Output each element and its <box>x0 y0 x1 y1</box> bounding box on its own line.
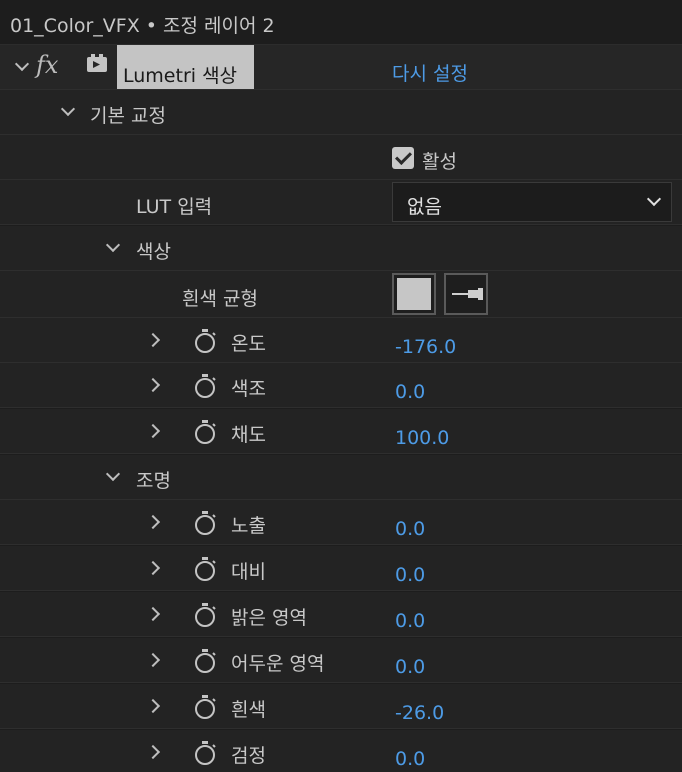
param-value[interactable]: 0.0 <box>395 564 425 586</box>
param-row-exposure[interactable]: 노출 0.0 <box>0 500 682 545</box>
param-row-saturation[interactable]: 채도 100.0 <box>0 409 682 454</box>
lut-input-label: LUT 입력 <box>136 196 213 218</box>
active-checkbox[interactable] <box>392 147 414 169</box>
eyedropper-icon <box>452 288 483 300</box>
param-value[interactable]: 0.0 <box>395 381 425 403</box>
param-row-highlights[interactable]: 밝은 영역 0.0 <box>0 592 682 637</box>
chevron-right-icon[interactable] <box>145 606 161 622</box>
param-label: 밝은 영역 <box>231 607 307 629</box>
param-label: 색조 <box>231 378 266 400</box>
stopwatch-icon[interactable] <box>193 373 217 399</box>
param-row-tint[interactable]: 색조 0.0 <box>0 363 682 408</box>
stopwatch-icon[interactable] <box>193 694 217 720</box>
lut-input-row: LUT 입력 없음 <box>0 180 682 225</box>
section-label: 기본 교정 <box>90 105 166 127</box>
chevron-right-icon[interactable] <box>145 744 161 760</box>
stopwatch-icon[interactable] <box>193 510 217 536</box>
param-label: 채도 <box>231 424 266 446</box>
param-value[interactable]: 100.0 <box>395 427 449 449</box>
param-row-contrast[interactable]: 대비 0.0 <box>0 546 682 591</box>
white-balance-label: 흰색 균형 <box>182 288 258 310</box>
chevron-right-icon[interactable] <box>145 332 161 348</box>
param-value[interactable]: -26.0 <box>395 702 444 724</box>
gpu-accelerated-icon <box>87 54 107 72</box>
chevron-down-icon[interactable] <box>60 101 76 117</box>
stopwatch-icon[interactable] <box>193 602 217 628</box>
effect-row-lumetri[interactable]: fx Lumetri 색상 다시 설정 <box>0 45 682 90</box>
param-row-shadows[interactable]: 어두운 영역 0.0 <box>0 638 682 683</box>
section-label: 색상 <box>136 241 171 263</box>
param-value[interactable]: 0.0 <box>395 748 425 770</box>
chevron-right-icon[interactable] <box>145 560 161 576</box>
param-value[interactable]: 0.0 <box>395 656 425 678</box>
reset-button[interactable]: 다시 설정 <box>392 59 468 86</box>
param-row-blacks[interactable]: 검정 0.0 <box>0 730 682 772</box>
active-label: 활성 <box>422 151 457 173</box>
active-row: 활성 <box>0 135 682 180</box>
eyedropper-button[interactable] <box>444 273 488 315</box>
param-value[interactable]: 0.0 <box>395 518 425 540</box>
param-label: 어두운 영역 <box>231 653 325 675</box>
panel-header: 01_Color_VFX • 조정 레이어 2 <box>0 0 682 45</box>
stopwatch-icon[interactable] <box>193 419 217 445</box>
section-light[interactable]: 조명 <box>0 455 682 500</box>
chevron-down-icon[interactable] <box>105 237 121 253</box>
clip-title: 01_Color_VFX • 조정 레이어 2 <box>10 15 275 37</box>
white-balance-row: 흰색 균형 <box>0 271 682 318</box>
fx-toggle-icon[interactable]: fx <box>36 51 58 79</box>
param-row-temperature[interactable]: 온도 -176.0 <box>0 318 682 363</box>
param-value[interactable]: -176.0 <box>395 336 456 358</box>
chevron-down-icon <box>646 191 662 207</box>
param-row-whites[interactable]: 흰색 -26.0 <box>0 684 682 729</box>
chevron-right-icon[interactable] <box>145 652 161 668</box>
param-label: 대비 <box>231 561 266 583</box>
param-label: 노출 <box>231 515 266 537</box>
lut-input-value: 없음 <box>407 196 442 218</box>
white-balance-swatch[interactable] <box>392 273 436 315</box>
stopwatch-icon[interactable] <box>193 556 217 582</box>
section-color[interactable]: 색상 <box>0 226 682 271</box>
chevron-right-icon[interactable] <box>145 514 161 530</box>
section-basic-correction[interactable]: 기본 교정 <box>0 90 682 135</box>
stopwatch-icon[interactable] <box>193 648 217 674</box>
param-value[interactable]: 0.0 <box>395 610 425 632</box>
section-label: 조명 <box>136 470 171 492</box>
param-label: 검정 <box>231 745 266 767</box>
stopwatch-icon[interactable] <box>193 740 217 766</box>
param-label: 온도 <box>231 333 266 355</box>
chevron-right-icon[interactable] <box>145 423 161 439</box>
chevron-right-icon[interactable] <box>145 377 161 393</box>
chevron-down-icon[interactable] <box>105 466 121 482</box>
chevron-right-icon[interactable] <box>145 698 161 714</box>
effect-name[interactable]: Lumetri 색상 <box>117 45 254 89</box>
stopwatch-icon[interactable] <box>193 328 217 354</box>
chevron-down-icon[interactable] <box>14 56 30 72</box>
lut-input-dropdown[interactable]: 없음 <box>392 182 672 222</box>
param-label: 흰색 <box>231 699 266 721</box>
